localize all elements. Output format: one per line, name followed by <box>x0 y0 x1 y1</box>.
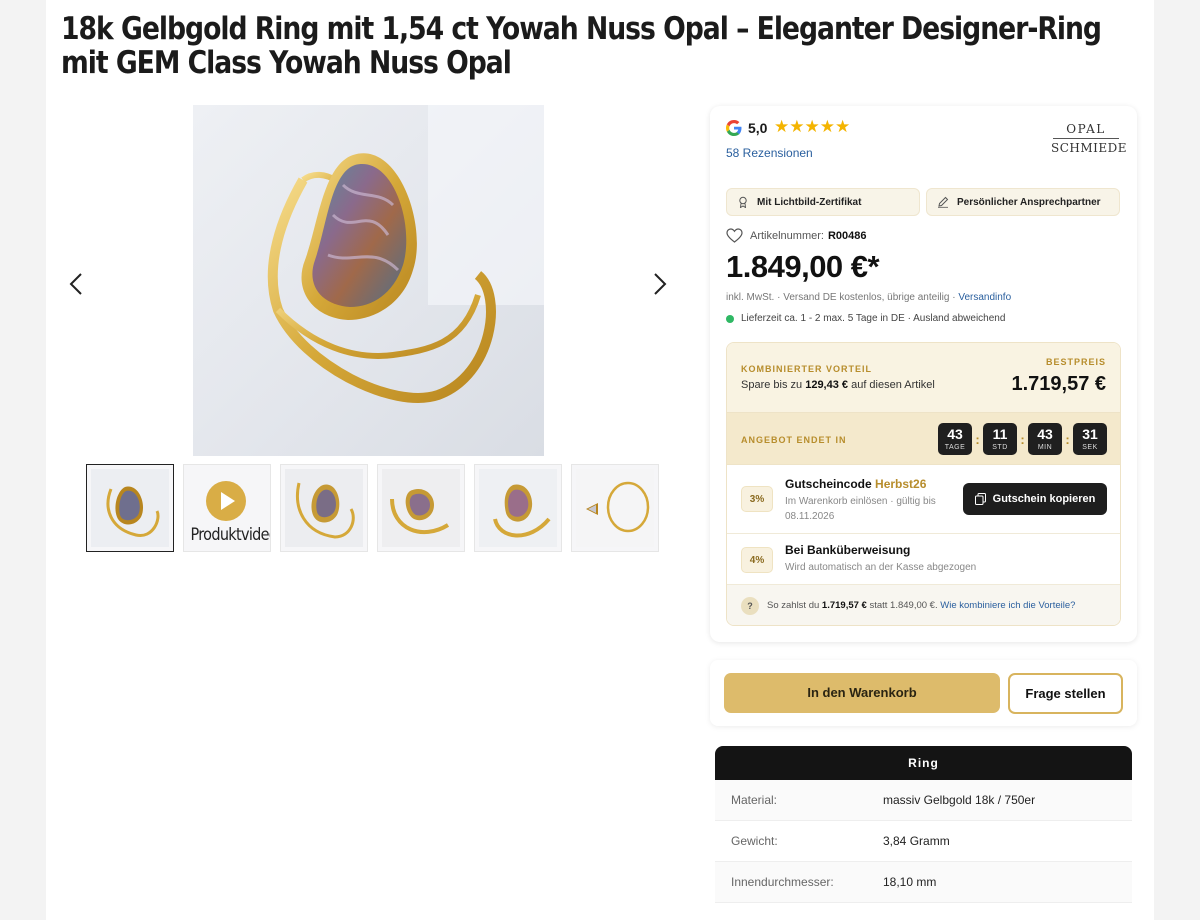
thumbnail-3[interactable] <box>280 464 368 552</box>
certificate-badge: Mit Lichtbild-Zertifikat <box>726 188 920 216</box>
cart-actions: In den Warenkorb Frage stellen <box>710 660 1137 726</box>
table-row: Material: massiv Gelbgold 18k / 750er <box>715 780 1132 821</box>
copy-icon <box>974 493 986 505</box>
bank-sub: Wird automatisch an der Kasse abgezogen <box>785 562 977 573</box>
best-price-value: 1.719,57 € <box>1011 373 1106 395</box>
award-icon <box>739 196 747 208</box>
rating-stars-icon: ★★★★★ <box>774 117 851 136</box>
countdown-hours: 11 STD <box>983 423 1017 455</box>
bank-title: Bei Banküberweisung <box>785 543 911 557</box>
spec-value: 3,84 Gramm <box>883 834 950 848</box>
delivery-text: Lieferzeit ca. 1 - 2 max. 5 Tage in DE ·… <box>741 313 1006 324</box>
brand-line-1: OPAL <box>1066 122 1106 136</box>
countdown-seconds: 31 SEK <box>1073 423 1107 455</box>
combo-label: KOMBINIERTER VORTEIL <box>741 364 873 374</box>
video-label: Produktvideo <box>190 525 271 545</box>
reviews-link[interactable]: 58 Rezensionen <box>726 146 813 160</box>
page: 18k Gelbgold Ring mit 1,54 ct Yowah Nuss… <box>46 0 1154 920</box>
offer-countdown: ANGEBOT ENDET IN 43 TAGE : 11 STD : 43 MIN … <box>727 413 1120 465</box>
combo-footer: ? So zahlst du 1.719,57 € statt 1.849,00… <box>727 585 1120 625</box>
thumbnail-4[interactable] <box>377 464 465 552</box>
contact-label: Persönlicher Ansprechpartner <box>957 196 1101 208</box>
thumbnail-video[interactable]: Produktvideo <box>183 464 271 552</box>
contact-badge: Persönlicher Ansprechpartner <box>926 188 1120 216</box>
trust-badges: Mit Lichtbild-Zertifikat Persönlicher An… <box>726 188 1120 216</box>
certificate-label: Mit Lichtbild-Zertifikat <box>757 196 862 208</box>
add-to-cart-button[interactable]: In den Warenkorb <box>724 673 1000 713</box>
delivery-info: Lieferzeit ca. 1 - 2 max. 5 Tage in DE ·… <box>726 313 1005 324</box>
countdown-minutes: 43 MIN <box>1028 423 1062 455</box>
spec-value: 18,10 mm <box>883 875 937 889</box>
spec-rows: Material: massiv Gelbgold 18k / 750er Ge… <box>715 780 1132 903</box>
gallery-prev-arrow-icon[interactable] <box>63 270 91 298</box>
countdown-label: ANGEBOT ENDET IN <box>741 435 847 445</box>
gallery-next-arrow-icon[interactable] <box>645 270 673 298</box>
article-number-row: Artikelnummer: R00486 <box>726 228 867 243</box>
buy-box-card: 5,0 ★★★★★ 58 Rezensionen OPAL SCHMIEDE M… <box>710 106 1137 642</box>
coupon-title: Gutscheincode Herbst26 <box>785 477 927 491</box>
spec-heading: Ring <box>715 746 1132 780</box>
combined-advantage-box: KOMBINIERTER VORTEIL Spare bis zu 129,43… <box>726 342 1121 626</box>
wishlist-heart-icon[interactable] <box>726 228 743 243</box>
main-product-image[interactable] <box>193 105 544 456</box>
combine-help-link[interactable]: Wie kombiniere ich die Vorteile? <box>940 600 1075 611</box>
help-icon: ? <box>741 597 759 615</box>
coupon-row: 3% Gutscheincode Herbst26 Im Warenkorb e… <box>727 465 1120 534</box>
thumbnail-6[interactable] <box>571 464 659 552</box>
product-title: 18k Gelbgold Ring mit 1,54 ct Yowah Nuss… <box>61 11 1102 81</box>
ask-question-button[interactable]: Frage stellen <box>1008 673 1123 714</box>
thumbnail-5[interactable] <box>474 464 562 552</box>
play-icon <box>206 481 246 521</box>
spec-value: massiv Gelbgold 18k / 750er <box>883 793 1036 807</box>
pencil-icon <box>938 196 949 208</box>
thumbnail-1[interactable] <box>86 464 174 552</box>
table-row: Gewicht: 3,84 Gramm <box>715 821 1132 862</box>
bank-percent-badge: 4% <box>741 547 773 573</box>
thumbnail-strip: Produktvideo <box>86 464 659 552</box>
best-price-label: BESTPREIS <box>1045 357 1106 367</box>
coupon-code: Herbst26 <box>875 477 927 491</box>
spec-key: Gewicht: <box>731 834 778 848</box>
combo-savings: Spare bis zu 129,43 € auf diesen Artikel <box>741 379 935 391</box>
spec-key: Material: <box>731 793 778 807</box>
spec-table: Ring Material: massiv Gelbgold 18k / 750… <box>715 746 1132 903</box>
spec-key: Innendurchmesser: <box>731 875 834 889</box>
rating-score: 5,0 <box>748 120 768 136</box>
google-icon <box>726 120 742 136</box>
tax-info: inkl. MwSt. · Versand DE kostenlos, übri… <box>726 292 1011 303</box>
availability-dot-icon <box>726 314 734 323</box>
coupon-sub: Im Warenkorb einlösen · gültig bis 08.11.… <box>785 496 936 522</box>
combo-footer-text: So zahlst du 1.719,57 € statt 1.849,00 €… <box>767 600 1076 611</box>
brand-line-2: SCHMIEDE <box>1051 141 1128 155</box>
brand-logo: OPAL SCHMIEDE <box>1051 122 1128 155</box>
bank-transfer-row: 4% Bei Banküberweisung Wird automatisch … <box>727 534 1120 585</box>
countdown-timer: 43 TAGE : 11 STD : 43 MIN : 31 SEK <box>938 423 1107 455</box>
shipping-info-link[interactable]: Versandinfo <box>958 292 1011 303</box>
coupon-percent-badge: 3% <box>741 486 773 512</box>
product-price: 1.849,00 €* <box>726 249 880 284</box>
copy-coupon-button[interactable]: Gutschein kopieren <box>963 483 1107 515</box>
article-number: R00486 <box>827 229 867 242</box>
article-label: Artikelnummer: <box>750 229 824 242</box>
countdown-days: 43 TAGE <box>938 423 972 455</box>
tax-text: inkl. MwSt. · Versand DE kostenlos, übri… <box>726 292 959 303</box>
combo-summary: KOMBINIERTER VORTEIL Spare bis zu 129,43… <box>727 343 1120 413</box>
table-row: Innendurchmesser: 18,10 mm <box>715 862 1132 903</box>
